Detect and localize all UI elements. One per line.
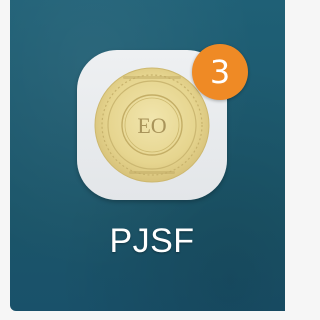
home-screen: EO 3 PJSF [0,0,285,320]
notification-badge: 3 [192,44,248,100]
app-icon-pjsf[interactable]: EO 3 [77,44,248,200]
seal-emblem-icon: EO [94,67,210,183]
seal-emblem-text: EO [137,113,166,138]
app-label[interactable]: PJSF [77,222,227,261]
wallpaper: EO 3 PJSF [10,0,285,311]
